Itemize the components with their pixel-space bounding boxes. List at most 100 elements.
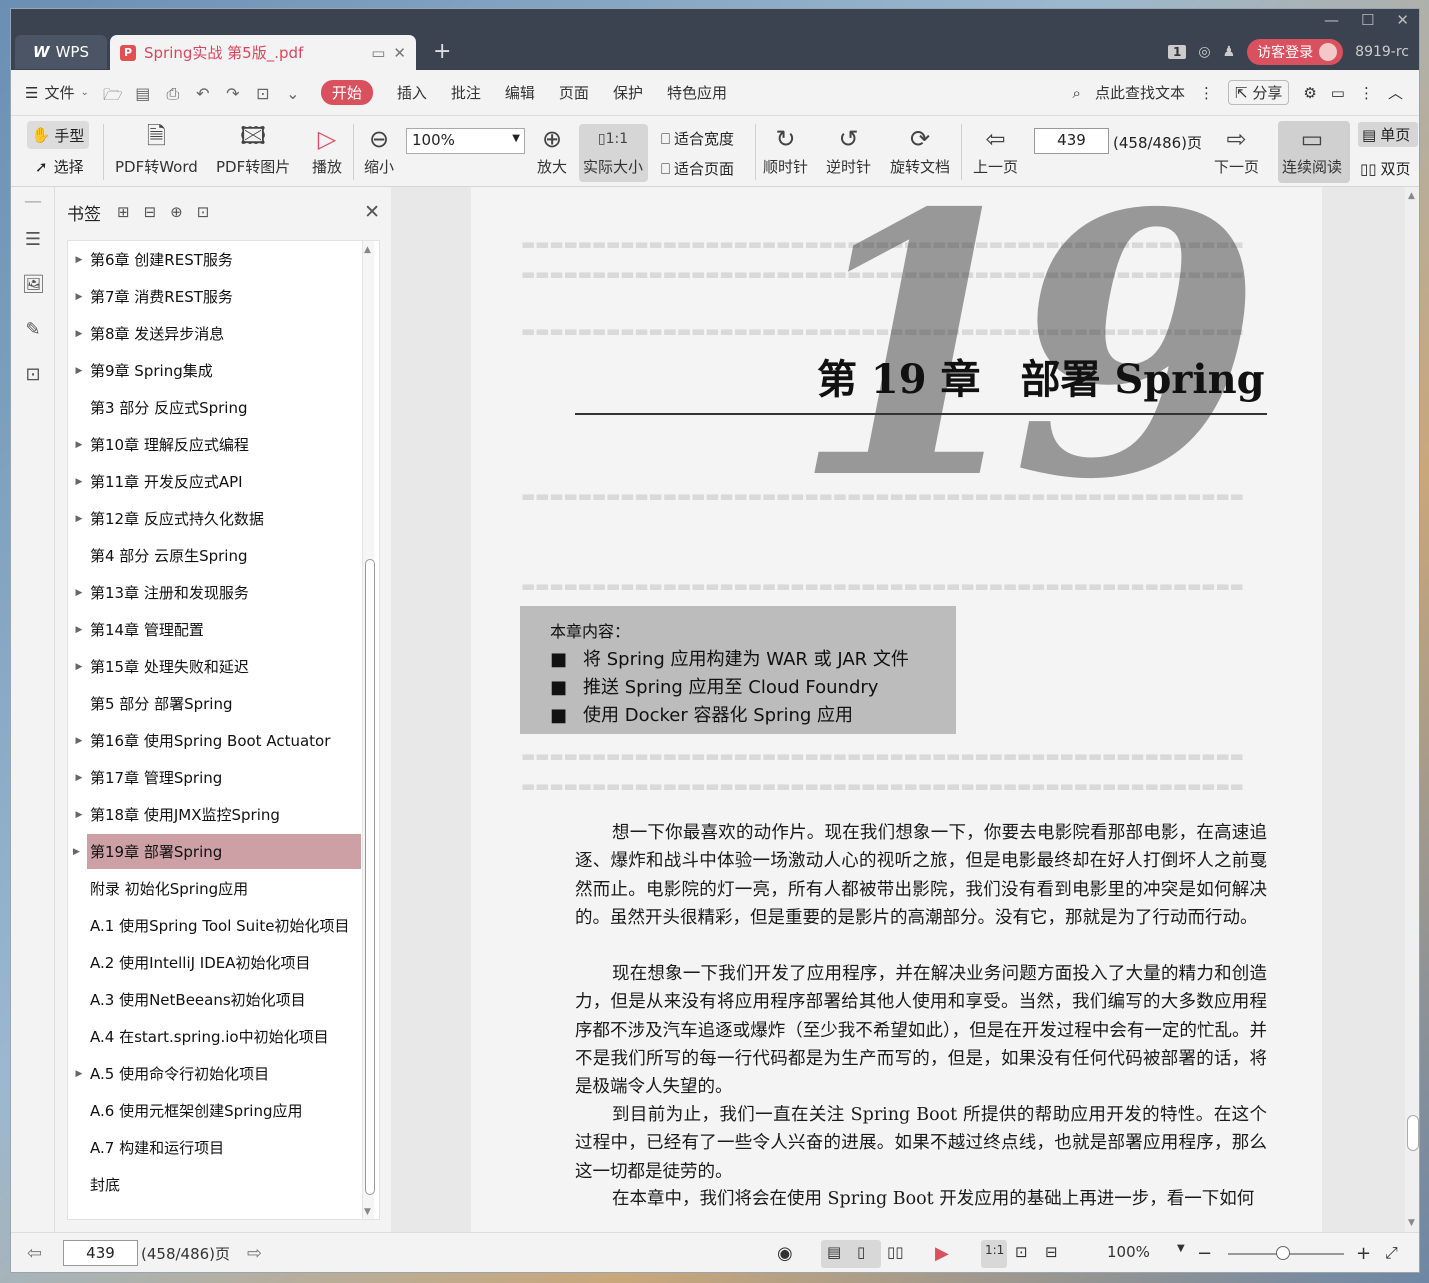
bookmark-item[interactable]: A.4 在start.spring.io中初始化项目 <box>68 1019 361 1054</box>
bookmark-item[interactable]: A.1 使用Spring Tool Suite初始化项目 <box>68 908 361 943</box>
bookmark-item[interactable]: ▶ 第6章 创建REST服务 <box>68 242 361 277</box>
bookmark-scrollbar[interactable]: ▲ ▼ <box>362 241 375 1219</box>
page-number-input[interactable]: 439 <box>1034 128 1109 154</box>
expand-arrow-icon[interactable]: ▶ <box>68 662 90 672</box>
thumbnail-panel-icon[interactable]: 🖼 <box>22 274 45 296</box>
annotation-panel-icon[interactable]: ✎ <box>22 319 44 341</box>
hand-tool-button[interactable]: ✋ 手型 <box>27 121 89 149</box>
bookmark-item[interactable]: ▶ 第11章 开发反应式API <box>68 464 361 499</box>
image-panel-icon[interactable]: ⊡ <box>22 364 44 386</box>
open-icon[interactable]: 🗁 <box>103 84 123 104</box>
bookmark-item[interactable]: A.6 使用元框架创建Spring应用 <box>68 1093 361 1128</box>
bookmark-item[interactable]: A.3 使用NetBeeans初始化项目 <box>68 982 361 1017</box>
bookmark-settings-icon[interactable]: ⊡ <box>197 203 224 221</box>
menu-tab-insert[interactable]: 插入 <box>397 82 427 103</box>
scroll-up-icon[interactable]: ▲ <box>364 245 371 255</box>
bookmark-item[interactable]: ▶ 第7章 消费REST服务 <box>68 279 361 314</box>
zoom-in-icon[interactable]: + <box>1356 1243 1371 1264</box>
wps-home-tab[interactable]: W WPS <box>15 35 107 69</box>
actual-size-mode-icon[interactable]: 1:1 <box>985 1243 1004 1257</box>
pdf-to-word-button[interactable]: 🗎 PDF转Word <box>115 122 198 177</box>
document-tab[interactable]: P Spring实战 第5版_.pdf ▭ ✕ <box>110 35 416 70</box>
collapse-ribbon-icon[interactable]: ︿ <box>1388 82 1403 103</box>
bookmark-item[interactable]: ▶ 第15章 处理失败和延迟 <box>68 649 361 684</box>
expand-arrow-icon[interactable]: ▶ <box>68 514 90 524</box>
zoom-out-button[interactable]: ⊖ 缩小 <box>364 124 394 177</box>
bookmark-item[interactable]: 附录 初始化Spring应用 <box>68 871 361 906</box>
expand-arrow-icon[interactable]: ▶ <box>68 292 90 302</box>
bookmark-item[interactable]: ▶ A.5 使用命令行初始化项目 <box>68 1056 361 1091</box>
next-page-button[interactable]: ⇨ 下一页 <box>1214 124 1259 177</box>
expand-arrow-icon[interactable]: ▶ <box>68 477 90 487</box>
prev-page-button[interactable]: ⇦ 上一页 <box>973 124 1018 177</box>
print-icon[interactable]: ⎙ <box>163 84 183 103</box>
more-options-icon[interactable]: ⋮ <box>1359 84 1374 102</box>
bookmark-panel-icon[interactable]: ☰ <box>22 229 44 251</box>
rotate-clockwise-button[interactable]: ↻ 顺时针 <box>763 124 808 177</box>
expand-arrow-icon[interactable]: ▶ <box>68 736 90 746</box>
bookmark-item[interactable]: 封底 <box>68 1167 361 1202</box>
close-icon[interactable]: ✕ <box>364 201 380 223</box>
actual-size-button[interactable]: ▯1:1 实际大小 <box>579 124 648 182</box>
menu-tab-start[interactable]: 开始 <box>320 80 373 105</box>
sync-icon[interactable]: ◎ <box>1198 44 1210 60</box>
bookmark-item[interactable]: ▶ 第10章 理解反应式编程 <box>68 427 361 462</box>
bookmark-item[interactable]: ▶ 第14章 管理配置 <box>68 612 361 647</box>
redo-icon[interactable]: ↷ <box>223 84 243 103</box>
bookmark-item[interactable]: A.2 使用IntelliJ IDEA初始化项目 <box>68 945 361 980</box>
menu-tab-page[interactable]: 页面 <box>559 82 589 103</box>
gear-icon[interactable]: ⚙ <box>1303 84 1316 102</box>
bookmark-item[interactable]: ▶ 第16章 使用Spring Boot Actuator <box>68 723 361 758</box>
bookmark-item[interactable]: A.7 构建和运行项目 <box>68 1130 361 1165</box>
play-mode-icon[interactable]: ▶ <box>935 1243 949 1264</box>
search-text-button[interactable]: 点此查找文本 <box>1095 82 1185 103</box>
search-icon[interactable]: ⌕ <box>1073 84 1081 102</box>
fit-width-button[interactable]: ⎕ 适合宽度 <box>661 128 734 149</box>
rotate-document-button[interactable]: ⟳ 旋转文档 <box>890 124 950 177</box>
share-button[interactable]: ⇱ 分享 <box>1227 80 1290 105</box>
more-vertical-icon[interactable]: ⋮ <box>1199 84 1214 102</box>
bookmark-item[interactable]: 第5 部分 部署Spring <box>68 686 361 721</box>
bookmark-item[interactable]: ▶ 第13章 注册和发现服务 <box>68 575 361 610</box>
bookmark-item[interactable]: ▶ 第8章 发送异步消息 <box>68 316 361 351</box>
export-image-icon[interactable]: ⊡ <box>253 84 273 103</box>
expand-all-icon[interactable]: ⊞ <box>117 203 144 221</box>
scroll-down-icon[interactable]: ▼ <box>1408 1218 1415 1228</box>
bookmark-item[interactable]: 第4 部分 云原生Spring <box>68 538 361 573</box>
expand-arrow-icon[interactable]: ▶ <box>68 329 90 339</box>
message-icon[interactable]: ▭ <box>1331 84 1345 102</box>
document-scroll-thumb[interactable] <box>1407 1115 1419 1151</box>
fullscreen-icon[interactable]: ⤢ <box>1385 1243 1398 1263</box>
single-page-button[interactable]: ▤ 单页 <box>1358 122 1418 147</box>
menu-tab-protect[interactable]: 保护 <box>613 82 643 103</box>
maximize-icon[interactable]: ☐ <box>1361 11 1374 29</box>
bookmark-item[interactable]: ▶ 第17章 管理Spring <box>68 760 361 795</box>
bookmark-scroll-thumb[interactable] <box>365 559 375 1195</box>
continuous-read-button[interactable]: ▭ 连续阅读 <box>1278 121 1350 183</box>
status-next-page-icon[interactable]: ⇨ <box>247 1243 262 1264</box>
bookmark-item[interactable]: ▶ 第9章 Spring集成 <box>68 353 361 388</box>
expand-arrow-icon[interactable]: ▶ <box>68 773 90 783</box>
play-button[interactable]: ▷ 播放 <box>312 124 342 177</box>
float-window-icon[interactable]: ▭ <box>371 44 385 62</box>
expand-arrow-icon[interactable]: ▶ <box>68 810 90 820</box>
save-icon[interactable]: ▤ <box>133 84 153 103</box>
fit-page-mode-icon[interactable]: ⊡ <box>1015 1243 1028 1261</box>
close-tab-icon[interactable]: ✕ <box>393 44 406 62</box>
expand-arrow-icon[interactable]: ▶ <box>68 440 90 450</box>
expand-arrow-icon[interactable]: ▶ <box>68 588 90 598</box>
pdf-to-image-button[interactable]: 🖾 PDF转图片 <box>216 122 290 177</box>
more-quick-icon[interactable]: ⌄ <box>283 84 303 103</box>
expand-arrow-icon[interactable]: ▶ <box>68 366 90 376</box>
menu-tab-special[interactable]: 特色应用 <box>667 82 727 103</box>
expand-arrow-icon[interactable]: ▶ <box>68 255 90 265</box>
fit-page-button[interactable]: ⎕ 适合页面 <box>661 158 734 179</box>
double-page-button[interactable]: ▯▯ 双页 <box>1360 158 1418 179</box>
menu-tab-comment[interactable]: 批注 <box>451 82 481 103</box>
eye-protect-icon[interactable]: ◉ <box>777 1243 793 1264</box>
minimize-icon[interactable]: — <box>1324 11 1339 29</box>
zoom-slider[interactable] <box>1228 1246 1344 1260</box>
window-count-badge[interactable]: 1 <box>1168 45 1187 59</box>
rotate-counter-button[interactable]: ↺ 逆时针 <box>826 124 871 177</box>
double-mode-icon[interactable]: ▯▯ <box>887 1243 904 1261</box>
